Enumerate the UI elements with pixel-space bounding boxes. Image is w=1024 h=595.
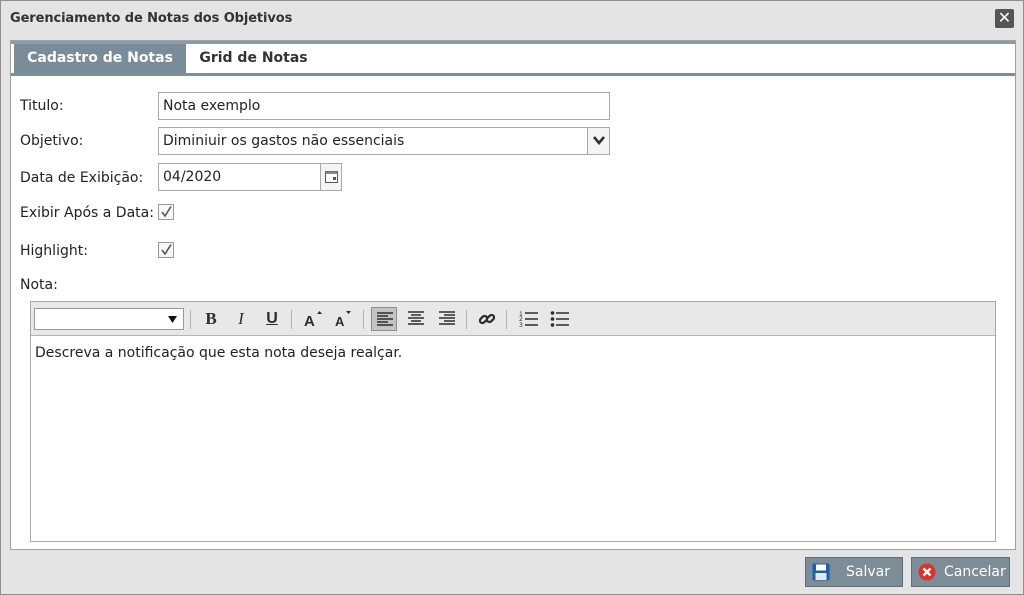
titulo-label: Titulo: [20,98,64,114]
cancel-button[interactable]: Cancelar [911,557,1010,587]
tab-strip: Cadastro de Notas Grid de Notas [11,41,1015,76]
underline-icon[interactable]: U [259,307,285,331]
editor-toolbar: B I U A A 1 2 3 [31,302,995,336]
data-exibicao-label: Data de Exibição: [20,170,144,186]
close-icon: ✕ [997,8,1012,27]
align-center-icon[interactable] [403,307,429,331]
objetivo-value: Diminiuir os gastos não essenciais [163,133,405,149]
close-button[interactable]: ✕ [995,9,1014,28]
notes-dialog: Gerenciamento de Notas dos Objetivos ✕ C… [0,0,1024,595]
toolbar-separator [506,310,507,329]
italic-icon[interactable]: I [228,307,254,331]
save-icon [812,563,830,581]
toolbar-separator [291,310,292,329]
checkmark-icon [161,206,172,218]
chevron-down-icon [593,136,605,145]
tab-grid-de-notas[interactable]: Grid de Notas [191,44,316,73]
toolbar-separator [190,310,191,329]
svg-text:A: A [335,314,345,328]
exibir-apos-checkbox[interactable] [158,204,174,220]
cancel-label: Cancelar [944,564,1006,580]
bold-icon[interactable]: B [198,307,224,331]
data-exibicao-input[interactable]: 04/2020 [158,163,321,191]
checkmark-icon [161,244,172,256]
save-button[interactable]: Salvar [805,557,903,587]
rich-text-editor: B I U A A 1 2 3 Descreva a notificação q… [30,301,996,542]
svg-text:3: 3 [519,322,523,328]
link-icon[interactable] [474,307,500,331]
save-label: Salvar [846,564,890,580]
align-left-icon[interactable] [371,307,397,331]
font-grow-icon[interactable]: A [300,307,326,331]
objetivo-dropdown-button[interactable] [587,128,609,154]
date-picker-button[interactable] [320,163,342,191]
titulo-input[interactable]: Nota exemplo [158,92,610,120]
nota-label: Nota: [20,277,58,293]
highlight-checkbox[interactable] [158,242,174,258]
toolbar-separator [363,310,364,329]
calendar-icon [325,171,338,183]
dialog-title: Gerenciamento de Notas dos Objetivos [10,11,293,26]
tab-cadastro-de-notas[interactable]: Cadastro de Notas [14,44,186,73]
dialog-titlebar: Gerenciamento de Notas dos Objetivos ✕ [1,1,1023,38]
highlight-label: Highlight: [20,243,88,259]
exibir-apos-label: Exibir Após a Data: [20,205,154,221]
toolbar-separator [466,310,467,329]
objetivo-select[interactable]: Diminiuir os gastos não essenciais [158,127,610,155]
svg-text:A: A [304,313,315,328]
align-right-icon[interactable] [434,307,460,331]
font-shrink-icon[interactable]: A [331,307,357,331]
editor-content[interactable]: Descreva a notificação que esta nota des… [35,345,402,361]
objetivo-label: Objetivo: [20,133,84,149]
ordered-list-icon[interactable]: 123 [515,307,541,331]
font-select[interactable] [34,308,184,330]
cancel-icon [918,563,936,581]
caret-down-icon [168,316,177,323]
unordered-list-icon[interactable] [546,307,572,331]
